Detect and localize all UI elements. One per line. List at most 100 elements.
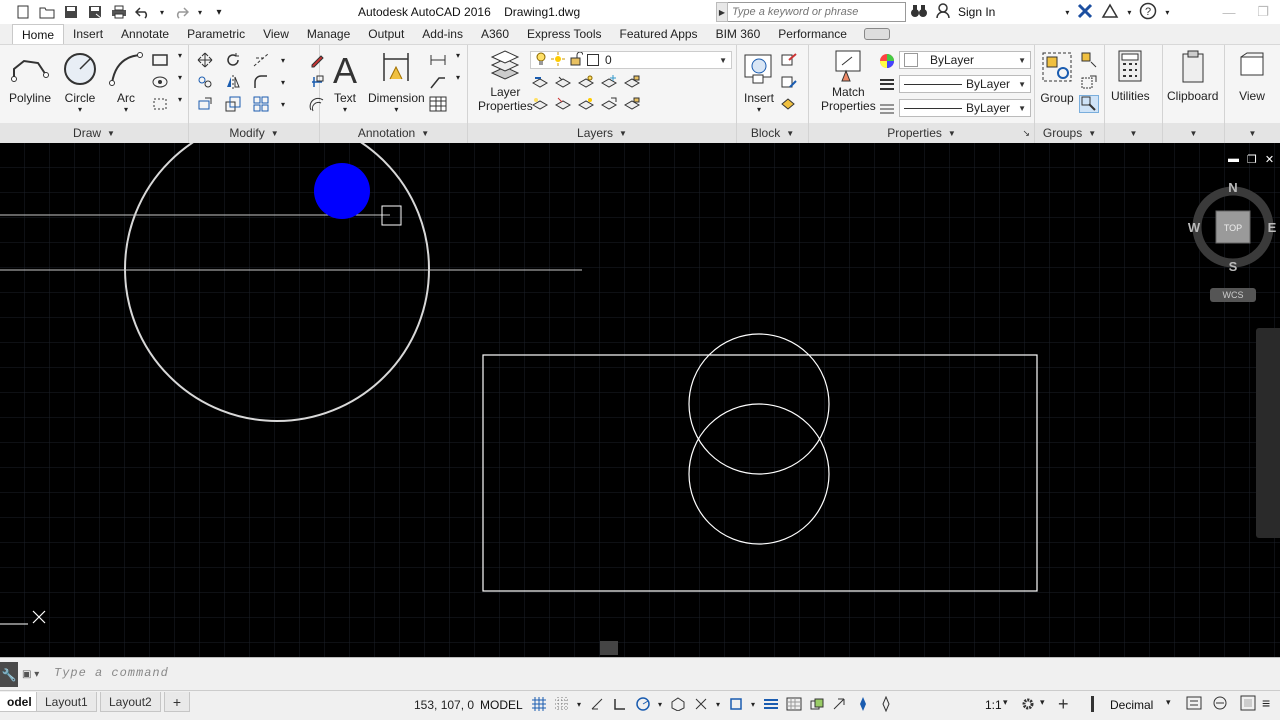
tab-add-ins[interactable]: Add-ins (413, 24, 472, 44)
group-button[interactable]: Group (1039, 49, 1075, 105)
insert-button[interactable]: Insert ▾ (741, 49, 777, 114)
tab-insert[interactable]: Insert (64, 24, 112, 44)
print-icon[interactable] (110, 3, 128, 21)
leader-dropdown-icon[interactable]: ▾ (456, 73, 466, 91)
lineweight-dropdown[interactable]: ByLayer ▼ (899, 75, 1031, 93)
layer-match-icon[interactable] (553, 73, 573, 91)
customize-icon[interactable]: ≡ (1262, 695, 1270, 711)
move-icon[interactable] (195, 51, 215, 69)
command-input[interactable]: Type a command (54, 666, 169, 680)
annotation-scale[interactable]: 1:1 (985, 698, 1002, 712)
compass-w[interactable]: W (1188, 220, 1201, 235)
clipboard-button[interactable]: Clipboard (1167, 49, 1218, 103)
layer-unisolate-icon[interactable] (553, 95, 573, 113)
selection-cycling-icon[interactable] (808, 695, 825, 713)
viewport-minimize-icon[interactable]: ▬ (1228, 153, 1239, 166)
open-file-icon[interactable] (38, 3, 56, 21)
restore-icon[interactable]: ❐ (1246, 0, 1280, 24)
redo-dropdown-icon[interactable]: ▾ (196, 3, 204, 21)
tab-view[interactable]: View (254, 24, 298, 44)
circle-button[interactable]: Circle ▾ (60, 49, 100, 114)
block-attributes-icon[interactable] (779, 95, 799, 113)
layer-isolate-icon[interactable] (530, 95, 550, 113)
ungroup-icon[interactable] (1079, 51, 1099, 69)
a360-icon[interactable] (1101, 3, 1119, 22)
rectangle-dropdown-icon[interactable]: ▾ (178, 51, 188, 69)
fillet-icon[interactable] (251, 73, 271, 91)
circle-dropdown-icon[interactable]: ▾ (78, 105, 82, 114)
workspace-gear-icon[interactable] (1020, 696, 1036, 715)
layout1-tab[interactable]: Layout1 (36, 692, 97, 712)
save-icon[interactable] (62, 3, 80, 21)
modify-panel-title[interactable]: Modify ▼ (189, 123, 319, 143)
boundary-icon[interactable] (150, 95, 170, 113)
grid-icon[interactable] (530, 695, 547, 713)
wcs-menu[interactable]: WCS (1210, 288, 1256, 302)
color-dropdown[interactable]: ByLayer ▼ (899, 51, 1031, 69)
wrench-icon[interactable]: 🔧 (0, 662, 18, 687)
stretch-icon[interactable] (195, 95, 215, 113)
exchange-apps-icon[interactable] (1077, 3, 1093, 22)
layer-unlock-icon[interactable] (622, 95, 642, 113)
array-dropdown-icon[interactable]: ▾ (279, 95, 287, 113)
tab-express-tools[interactable]: Express Tools (518, 24, 610, 44)
tab-featured-apps[interactable]: Featured Apps (611, 24, 707, 44)
viewport-restore-icon[interactable]: ❐ (1247, 153, 1257, 166)
text-button[interactable]: A Text ▾ (330, 49, 360, 114)
clipboard-panel-footer[interactable]: ▼ (1163, 123, 1224, 143)
snap-icon[interactable] (553, 695, 570, 713)
transparency-icon[interactable] (785, 695, 802, 713)
linetype-dropdown[interactable]: ByLayer ▼ (899, 99, 1031, 117)
tab-annotate[interactable]: Annotate (112, 24, 178, 44)
trim-dropdown-icon[interactable]: ▾ (279, 51, 287, 69)
snap-dropdown-icon[interactable]: ▾ (576, 695, 582, 713)
annotation-monitor-icon[interactable]: + (1058, 694, 1069, 715)
linear-dimension-icon[interactable] (428, 51, 448, 69)
viewport-close-icon[interactable]: ✕ (1265, 153, 1274, 166)
compass-n[interactable]: N (1228, 180, 1237, 195)
workspace-dropdown-icon[interactable]: ▾ (1040, 697, 1045, 708)
tab-output[interactable]: Output (359, 24, 413, 44)
groups-panel-title[interactable]: Groups ▼ (1035, 123, 1104, 143)
osnap-dropdown-icon[interactable]: ▾ (750, 695, 756, 713)
new-file-icon[interactable] (14, 3, 32, 21)
horizontal-scrollbar-thumb[interactable] (600, 641, 618, 655)
dialog-launcher-icon[interactable]: ↘ (1022, 128, 1030, 139)
model-space-toggle[interactable]: MODEL (480, 698, 523, 712)
tracking-dropdown-icon[interactable]: ▾ (715, 695, 721, 713)
copy-icon[interactable] (195, 73, 215, 91)
ribbon-minimize-toggle[interactable] (863, 28, 890, 40)
dimension-dropdown-icon[interactable]: ▾ (394, 105, 398, 114)
fullscreen-icon[interactable] (1240, 695, 1256, 714)
tab-bim-360[interactable]: BIM 360 (707, 24, 770, 44)
search-input[interactable] (728, 2, 906, 22)
rectangle-icon[interactable] (150, 51, 170, 69)
units-display[interactable]: Decimal (1110, 698, 1153, 712)
mirror-icon[interactable] (223, 73, 243, 91)
object-snap-tracking-icon[interactable] (692, 695, 709, 713)
3d-osnap-icon[interactable] (831, 695, 848, 713)
save-as-icon[interactable] (86, 3, 104, 21)
text-dropdown-icon[interactable]: ▾ (343, 105, 347, 114)
layer-set-current-icon[interactable] (530, 73, 550, 91)
layer-thaw-icon[interactable] (576, 95, 596, 113)
block-panel-title[interactable]: Block ▼ (737, 123, 808, 143)
fillet-dropdown-icon[interactable]: ▾ (279, 73, 287, 91)
arc-button[interactable]: Arc ▾ (106, 49, 146, 114)
tab-a360[interactable]: A360 (472, 24, 518, 44)
draw-panel-title[interactable]: Draw ▼ (0, 123, 188, 143)
object-snap-icon[interactable] (727, 695, 744, 713)
layer-color-swatch[interactable] (587, 54, 599, 66)
group-edit-icon[interactable] (1079, 73, 1099, 91)
auto-scale-icon[interactable] (877, 695, 894, 713)
tab-parametric[interactable]: Parametric (178, 24, 254, 44)
hatch-icon[interactable] (150, 73, 170, 91)
utilities-panel-footer[interactable]: ▼ (1105, 123, 1162, 143)
layer-walk-icon[interactable] (599, 95, 619, 113)
group-selection-icon[interactable] (1079, 95, 1099, 113)
undo-icon[interactable] (134, 3, 152, 21)
sun-icon[interactable] (551, 51, 565, 69)
properties-panel-title[interactable]: Properties ▼ ↘ (809, 123, 1034, 143)
polar-tracking-icon[interactable] (634, 695, 651, 713)
polyline-button[interactable]: Polyline (8, 49, 52, 105)
